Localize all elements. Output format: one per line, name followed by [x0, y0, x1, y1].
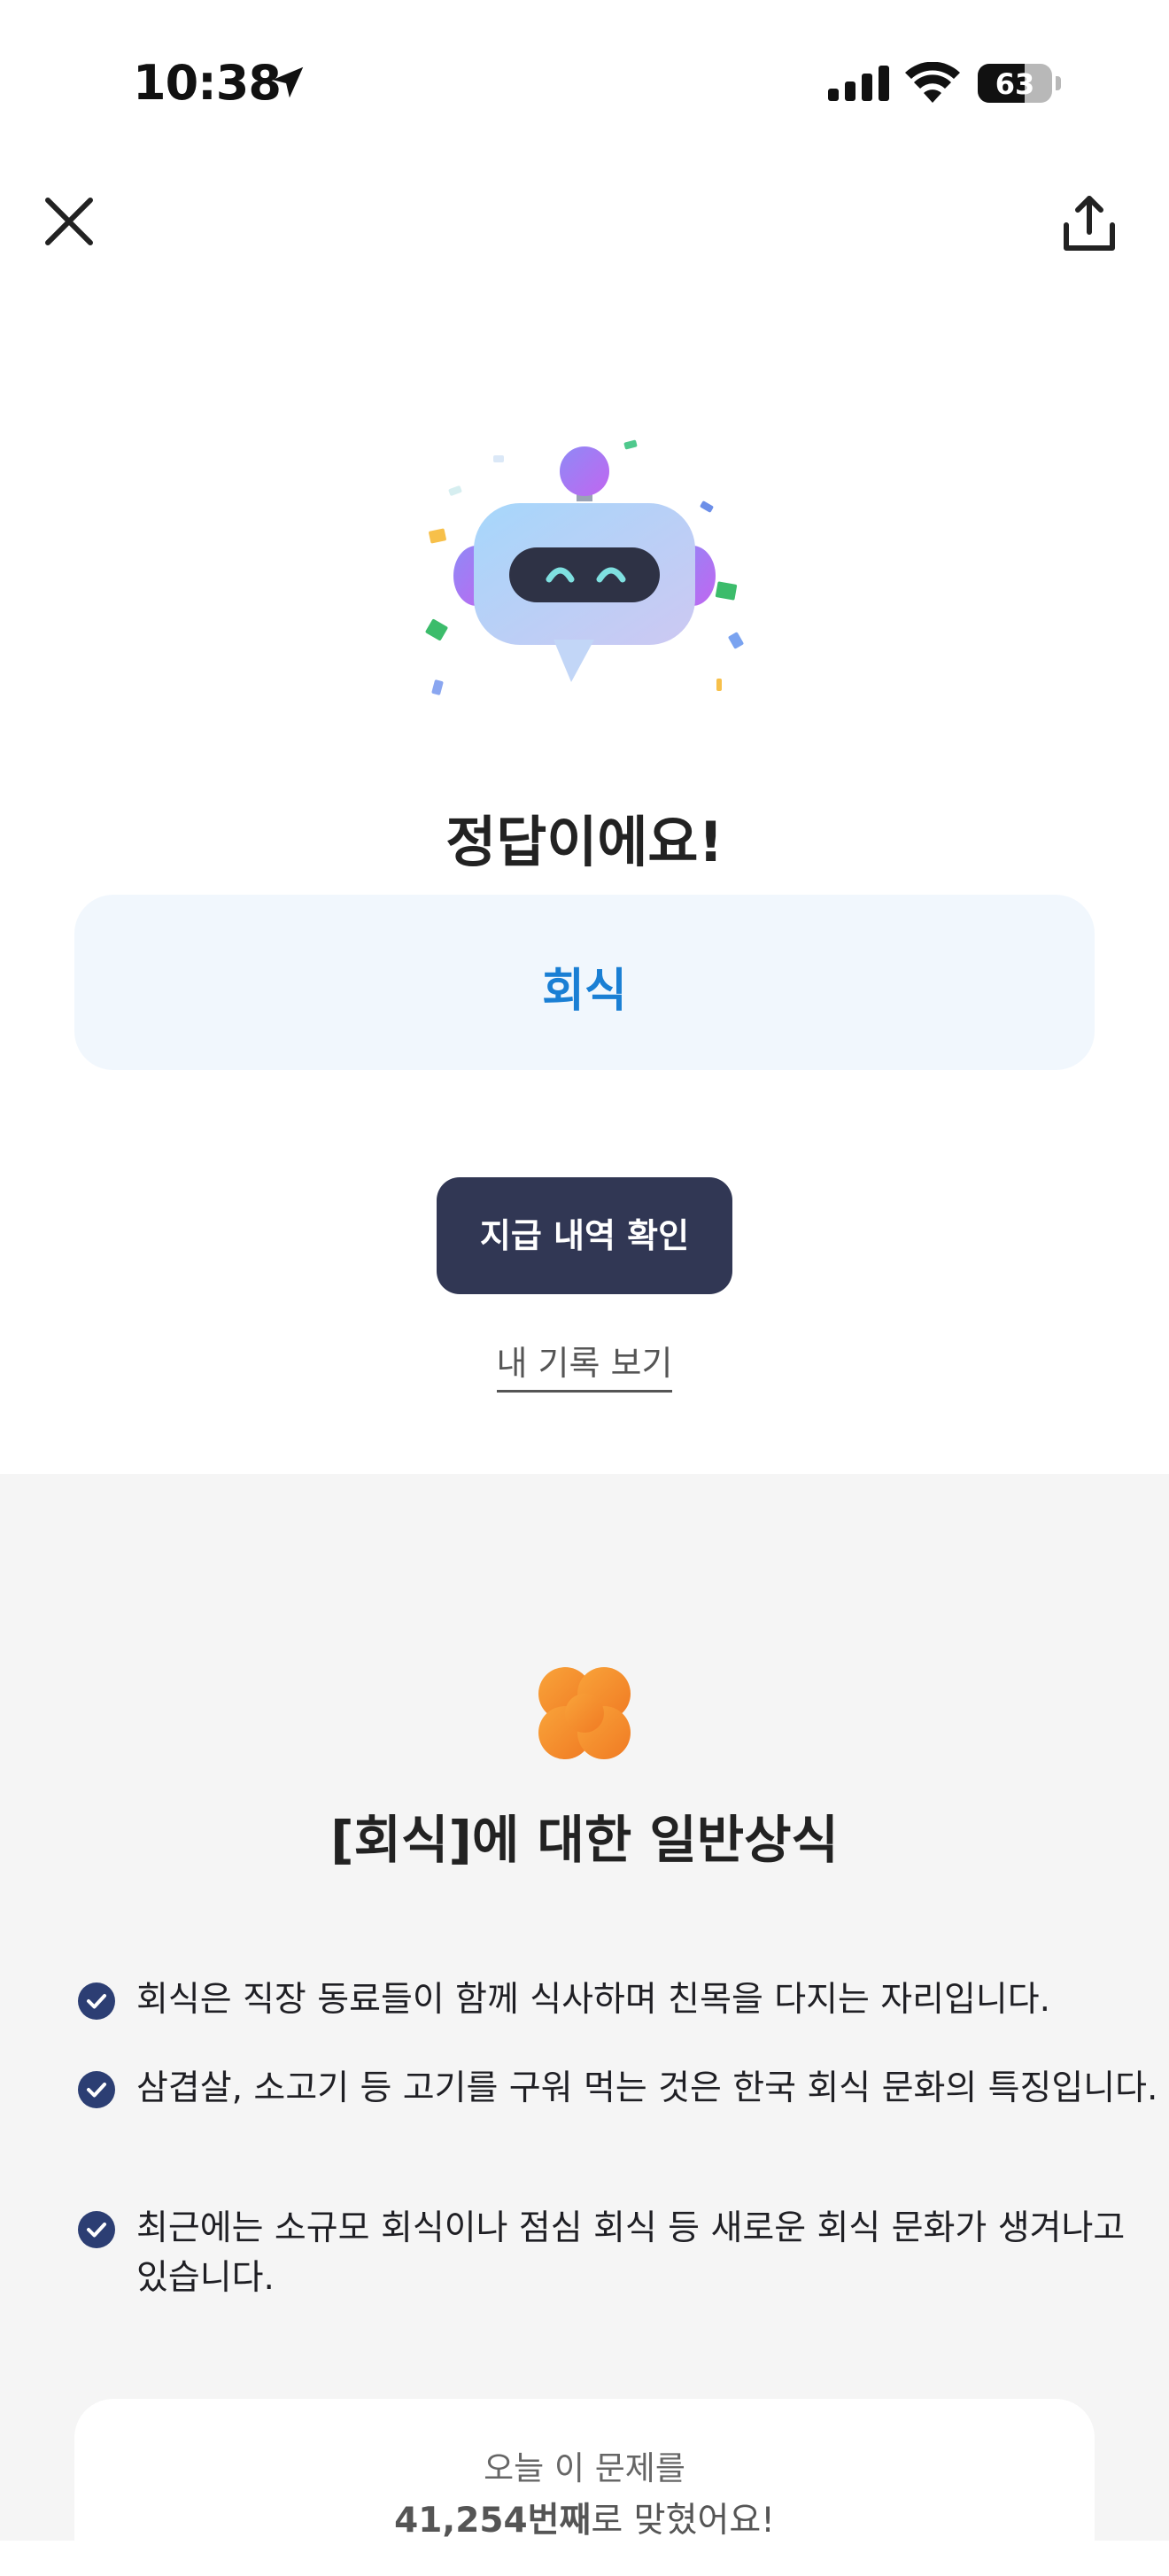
- answer-stats-card: 오늘 이 문제를 41,254번째로 맞혔어요!: [74, 2399, 1095, 2576]
- answer-box: 회식: [74, 895, 1095, 1070]
- stats-result: 41,254번째로 맞혔어요!: [74, 2493, 1095, 2542]
- wifi-icon: [905, 62, 960, 103]
- fact-text: 최근에는 소규모 회식이나 점심 회식 등 새로운 회식 문화가 생겨나고 있습…: [136, 2208, 1126, 2298]
- fact-text: 회식은 직장 동료들이 함께 식사하며 친목을 다지는 자리입니다.: [136, 1980, 1051, 2020]
- check-circle-icon: [78, 2211, 115, 2248]
- knowledge-title: [회식]에 대한 일반상식: [330, 1810, 839, 1870]
- share-icon[interactable]: [1054, 188, 1125, 259]
- reward-history-button[interactable]: 지급 내역 확인: [437, 1177, 732, 1294]
- close-icon[interactable]: [35, 188, 103, 255]
- check-circle-icon: [78, 1982, 115, 2020]
- list-item: 삼겹살, 소고기 등 고기를 구워 먹는 것은 한국 회식 문화의 특징입니다.: [74, 2064, 1164, 2114]
- stats-label: 오늘 이 문제를: [484, 2449, 685, 2487]
- list-item: 회식은 직장 동료들이 함께 식사하며 친목을 다지는 자리입니다.: [74, 1975, 1164, 2025]
- stats-count: 41,254번째: [394, 2501, 592, 2541]
- status-time: 10:38: [133, 55, 282, 111]
- location-arrow-icon: [272, 66, 304, 98]
- cellular-signal-icon: [828, 66, 889, 101]
- list-item: 최근에는 소규모 회식이나 점심 회식 등 새로운 회식 문화가 생겨나고 있습…: [74, 2204, 1164, 2303]
- result-title: 정답이에요!: [445, 810, 724, 874]
- battery-cap: [1056, 76, 1061, 90]
- stats-suffix: 로 맞혔어요!: [591, 2501, 775, 2541]
- answer-text: 회식: [542, 965, 627, 1018]
- check-circle-icon: [78, 2071, 115, 2108]
- fact-text: 삼겹살, 소고기 등 고기를 구워 먹는 것은 한국 회식 문화의 특징입니다.: [136, 2068, 1158, 2108]
- battery-percentage: 63: [995, 67, 1035, 101]
- battery-icon: 63: [978, 64, 1052, 103]
- robot-mascot-illustration: [425, 439, 744, 695]
- my-records-link-row: 내 기록 보기: [0, 1336, 1169, 1393]
- status-bar: 10:38 63: [0, 0, 1169, 168]
- clover-icon: [538, 1667, 631, 1759]
- my-records-link[interactable]: 내 기록 보기: [496, 1344, 673, 1393]
